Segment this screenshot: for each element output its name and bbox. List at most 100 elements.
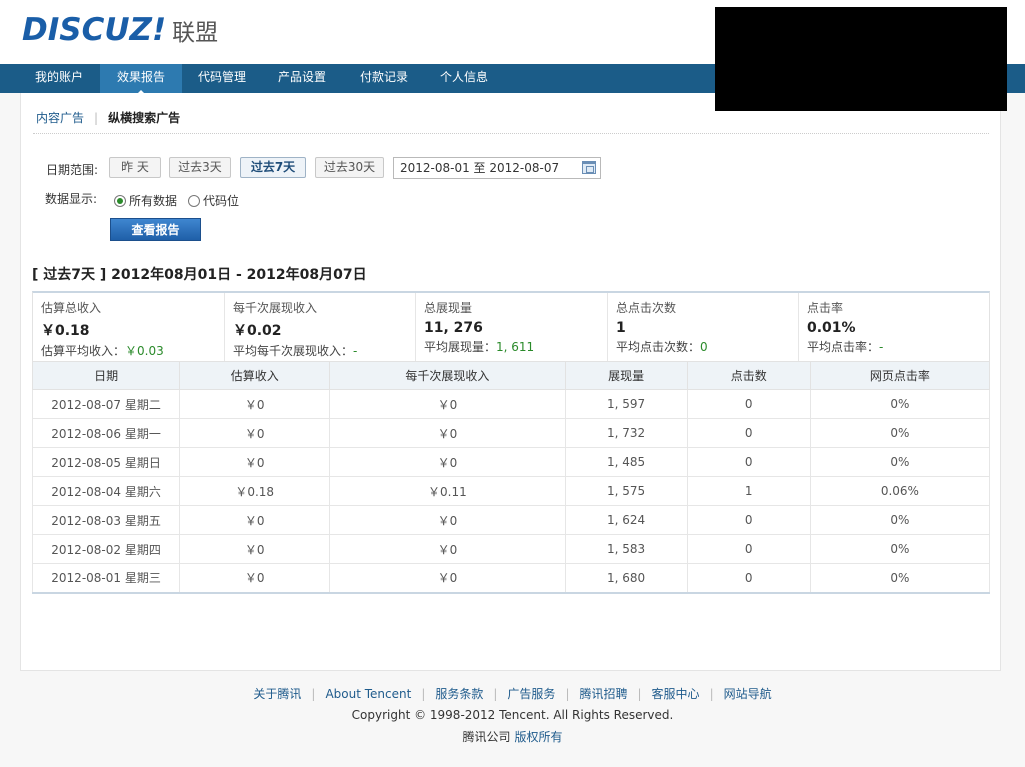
- table-row: 2012-08-01 星期三 ￥0 ￥0 1, 680 0 0%: [31, 563, 991, 593]
- summary-cell: 总展现量 11, 276 平均展现量：1, 611: [416, 293, 608, 361]
- column-header: 每千次展现收入: [329, 361, 566, 390]
- date-range-input[interactable]: 2012-08-01 至 2012-08-07: [393, 157, 601, 179]
- table-cell: 0%: [809, 534, 991, 564]
- summary-label: 每千次展现收入: [233, 301, 318, 315]
- table-cell: 2012-08-03 星期五: [31, 505, 181, 535]
- footer-link[interactable]: 网站导航: [724, 687, 772, 701]
- yesterday-button[interactable]: 昨 天: [109, 157, 161, 178]
- table-cell: 1, 624: [564, 505, 688, 535]
- summary-cell: 每千次展现收入 ￥0.02 平均每千次展现收入：-: [225, 293, 416, 361]
- nav-item-code[interactable]: 代码管理: [186, 64, 258, 93]
- nav-item-account[interactable]: 我的账户: [22, 64, 96, 93]
- report-table: 日期 估算收入 每千次展现收入 展现量 点击数 网页点击率 2012-08-07…: [31, 361, 991, 594]
- table-cell: ￥0: [179, 447, 331, 477]
- summary-value: 1: [616, 320, 626, 336]
- summary-average: 估算平均收入：￥0.03: [41, 344, 164, 358]
- table-cell: 1, 732: [564, 418, 688, 448]
- table-cell: ￥0: [329, 505, 566, 535]
- logo[interactable]: DISCUZ! 联盟: [22, 12, 218, 48]
- summary-average: 平均每千次展现收入：-: [233, 344, 358, 358]
- date-range-label: 日期范围:: [46, 163, 99, 177]
- owner-link[interactable]: 版权所有: [515, 730, 563, 744]
- calendar-icon[interactable]: [582, 161, 596, 174]
- nav-item-product[interactable]: 产品设置: [266, 64, 338, 93]
- nav-item-report[interactable]: 效果报告: [100, 64, 182, 94]
- table-cell: ￥0: [179, 505, 331, 535]
- footer-link[interactable]: About Tencent: [325, 687, 411, 701]
- table-cell: ￥0: [179, 563, 331, 593]
- table-cell: 1: [686, 476, 811, 506]
- date-range-value: 2012-08-01 至 2012-08-07: [400, 161, 560, 175]
- main-panel: 内容广告 | 纵横搜索广告 日期范围: 昨 天 过去3天 过去7天 过去30天 20…: [20, 93, 1001, 671]
- summary-cell: 估算总收入 ￥0.18 估算平均收入：￥0.03: [33, 293, 225, 361]
- table-cell: 0: [686, 389, 811, 419]
- table-cell: 2012-08-05 星期日: [31, 447, 181, 477]
- summary-average: 平均展现量：1, 611: [424, 340, 535, 354]
- table-cell: 0%: [809, 563, 991, 593]
- summary-average: 平均点击次数：0: [616, 340, 708, 354]
- summary-label: 总点击次数: [616, 301, 677, 315]
- footer-link[interactable]: 广告服务: [507, 687, 555, 701]
- column-header: 估算收入: [179, 361, 331, 390]
- past-30-days-button[interactable]: 过去30天: [315, 157, 384, 178]
- logo-text: DISCUZ!: [22, 12, 167, 48]
- subnav-search-ad[interactable]: 纵横搜索广告: [108, 111, 180, 125]
- period-title: [ 过去7天 ] 2012年08月01日 - 2012年08月07日: [32, 267, 367, 283]
- table-cell: 0%: [809, 505, 991, 535]
- table-cell: 1, 485: [564, 447, 688, 477]
- table-cell: ￥0: [179, 534, 331, 564]
- summary-cell: 点击率 0.01% 平均点击率：-: [799, 293, 989, 361]
- radio-unchecked-icon: [188, 194, 200, 207]
- table-row: 2012-08-04 星期六 ￥0.18 ￥0.11 1, 575 1 0.06%: [31, 476, 991, 506]
- column-header: 网页点击率: [809, 361, 991, 390]
- column-header: 日期: [31, 361, 181, 390]
- radio-all-data[interactable]: 所有数据: [114, 192, 177, 209]
- summary-label: 总展现量: [424, 301, 473, 315]
- column-header: 点击数: [686, 361, 811, 390]
- data-display-label: 数据显示:: [45, 192, 98, 206]
- view-report-button[interactable]: 查看报告: [110, 218, 201, 241]
- footer-link[interactable]: 腾讯招聘: [579, 687, 627, 701]
- table-cell: 2012-08-02 星期四: [31, 534, 181, 564]
- radio-code-slot[interactable]: 代码位: [188, 192, 239, 209]
- summary-value: ￥0.18: [41, 323, 90, 339]
- summary-panel: 估算总收入 ￥0.18 估算平均收入：￥0.03 每千次展现收入 ￥0.02 平…: [32, 291, 990, 361]
- nav-item-profile[interactable]: 个人信息: [428, 64, 500, 93]
- table-cell: ￥0: [329, 389, 566, 419]
- past-3-days-button[interactable]: 过去3天: [169, 157, 231, 178]
- radio-all-label: 所有数据: [129, 194, 178, 208]
- table-cell: ￥0: [179, 418, 331, 448]
- table-cell: 0.06%: [809, 476, 991, 506]
- table-cell: 0%: [809, 389, 991, 419]
- table-row: 2012-08-07 星期二 ￥0 ￥0 1, 597 0 0%: [31, 389, 991, 419]
- table-row: 2012-08-05 星期日 ￥0 ￥0 1, 485 0 0%: [31, 447, 991, 477]
- summary-average: 平均点击率：-: [807, 340, 884, 354]
- summary-label: 估算总收入: [41, 301, 102, 315]
- table-cell: 2012-08-07 星期二: [31, 389, 181, 419]
- table-cell: 0: [686, 505, 811, 535]
- table-cell: 0%: [809, 447, 991, 477]
- table-cell: 0: [686, 563, 811, 593]
- table-body: 2012-08-07 星期二 ￥0 ￥0 1, 597 0 0% 2012-08-06 星期…: [31, 389, 991, 593]
- footer-link[interactable]: 客服中心: [652, 687, 700, 701]
- table-row: 2012-08-03 星期五 ￥0 ￥0 1, 624 0 0%: [31, 505, 991, 535]
- table-cell: 0: [686, 418, 811, 448]
- summary-cell: 总点击次数 1 平均点击次数：0: [608, 293, 799, 361]
- footer-link[interactable]: 关于腾讯: [253, 687, 301, 701]
- footer-link[interactable]: 服务条款: [435, 687, 483, 701]
- table-cell: 1, 575: [564, 476, 688, 506]
- table-cell: ￥0.11: [329, 476, 566, 506]
- subnav-content-ad[interactable]: 内容广告: [36, 111, 84, 125]
- table-cell: ￥0: [179, 389, 331, 419]
- footer-links: 关于腾讯 | About Tencent | 服务条款 | 广告服务 | 腾讯招聘 | 客服中心 | 网…: [253, 687, 772, 701]
- nav-item-payment[interactable]: 付款记录: [348, 64, 420, 93]
- owner-name: 腾讯公司: [462, 730, 511, 744]
- redacted-area: [715, 7, 1007, 111]
- column-header: 展现量: [564, 361, 688, 390]
- past-7-days-button[interactable]: 过去7天: [240, 157, 306, 178]
- table-cell: 0: [686, 534, 811, 564]
- table-cell: 2012-08-01 星期三: [31, 563, 181, 593]
- summary-value: 0.01%: [807, 320, 856, 336]
- subnav-separator: |: [94, 111, 99, 125]
- owner-line: 腾讯公司 版权所有: [0, 728, 1025, 745]
